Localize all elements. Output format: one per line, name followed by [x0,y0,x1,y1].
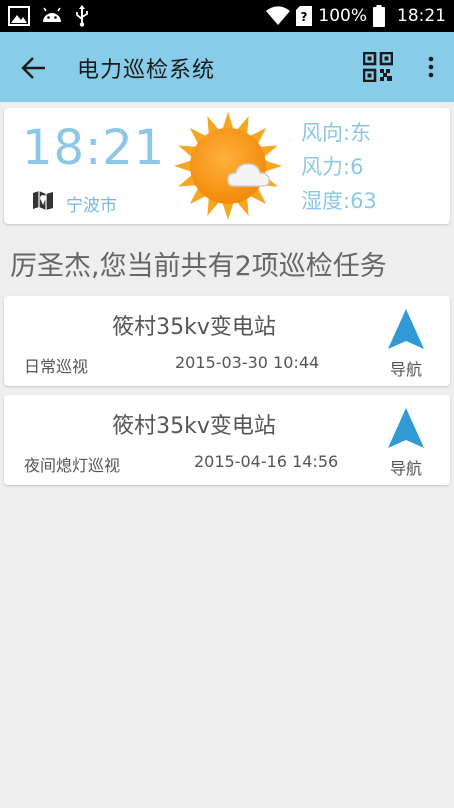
battery-icon [373,5,385,27]
task-type: 夜间熄灯巡视 [24,456,121,475]
back-arrow-icon[interactable] [20,54,48,82]
partly-sunny-icon [172,110,284,222]
map-icon [32,189,54,211]
navigate-button[interactable]: 导航 [382,407,430,479]
task-datetime: 2015-04-16 14:56 [194,452,339,471]
more-vert-icon[interactable] [424,52,438,82]
task-station: 筱村35kv变电站 [112,315,276,340]
qr-code-icon[interactable] [362,51,394,83]
wind-direction: 风向:东 [301,121,372,145]
wind-force: 风力:6 [301,155,364,179]
navigate-button[interactable]: 导航 [382,308,430,380]
task-station: 筱村35kv变电站 [112,414,276,439]
navigation-arrow-icon [386,407,426,449]
app-bar: 电力巡检系统 [0,32,454,102]
navigate-label: 导航 [389,459,422,478]
humidity: 湿度:63 [301,189,377,213]
wifi-icon [266,6,291,26]
task-card[interactable]: 筱村35kv变电站 夜间熄灯巡视 2015-04-16 14:56 导航 [4,395,450,485]
status-bar: ? 100% 18:21 [0,0,454,32]
usb-icon [74,5,90,27]
sim-icon: ? [296,6,313,26]
task-type: 日常巡视 [24,357,89,376]
android-icon [40,6,64,26]
city-label: 宁波市 [66,196,117,216]
task-summary: 厉圣杰,您当前共有2项巡检任务 [10,251,387,282]
weather-info: 风向:东 风力:6 湿度:63 [301,116,377,218]
svg-text:?: ? [301,10,308,24]
battery-percent: 100% [318,6,367,26]
task-datetime: 2015-03-30 10:44 [175,353,320,372]
navigate-label: 导航 [389,360,422,379]
image-icon [8,6,30,26]
weather-time: 18:21 [22,120,166,176]
navigation-arrow-icon [386,308,426,350]
task-card[interactable]: 筱村35kv变电站 日常巡视 2015-03-30 10:44 导航 [4,296,450,386]
page-title: 电力巡检系统 [77,58,216,83]
weather-card: 18:21 宁波市 风向:东 风力:6 湿度:63 [4,108,450,224]
clock: 18:21 [397,6,446,26]
